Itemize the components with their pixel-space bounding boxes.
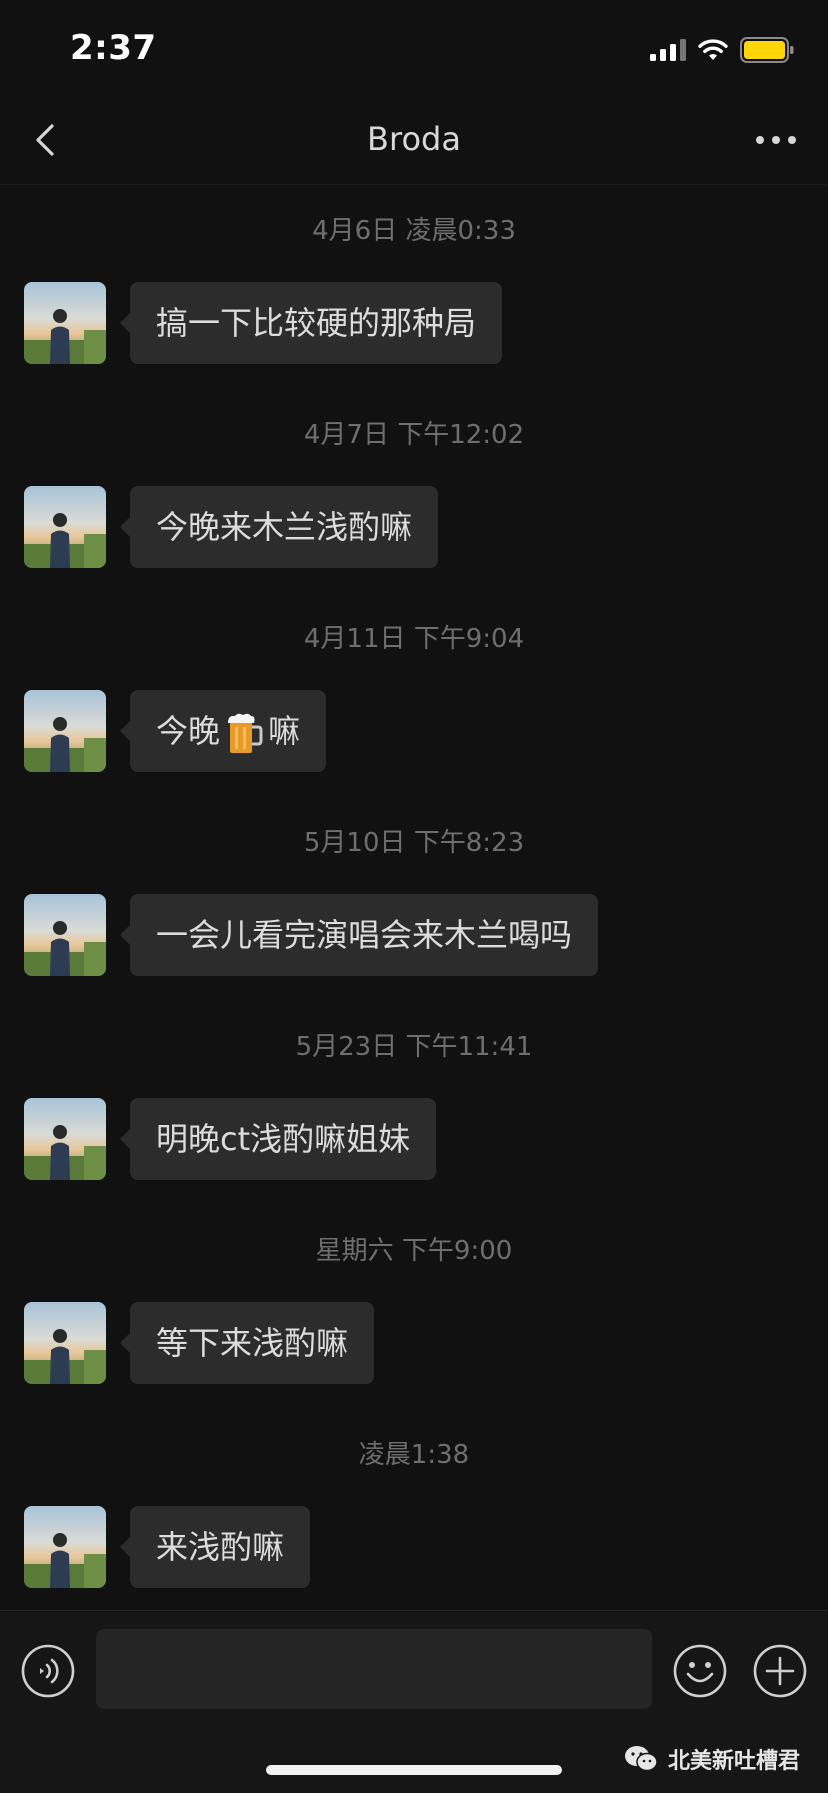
input-bar: 北美新吐槽君 bbox=[0, 1610, 828, 1793]
message-bubble[interactable]: 明晚ct浅酌嘛姐妹 bbox=[119, 1098, 437, 1180]
avatar[interactable] bbox=[24, 894, 106, 976]
voice-icon[interactable] bbox=[20, 1643, 76, 1699]
avatar[interactable] bbox=[24, 1098, 106, 1180]
more-dots-icon[interactable] bbox=[754, 122, 798, 158]
message-bubble[interactable]: 今晚来木兰浅酌嘛 bbox=[119, 486, 439, 568]
chat-title: Broda bbox=[367, 120, 461, 158]
status-bar: 2:37 bbox=[0, 0, 828, 100]
message-group: 凌晨1:38 来浅酌嘛 bbox=[0, 1408, 828, 1612]
message-timestamp: 星期六 下午9:00 bbox=[315, 1236, 513, 1266]
message-bubble[interactable]: 来浅酌嘛 bbox=[119, 1506, 311, 1588]
message-timestamp: 4月7日 下午12:02 bbox=[303, 420, 525, 450]
message-bubble[interactable]: 搞一下比较硬的那种局 bbox=[119, 282, 503, 364]
message-text: 今晚 bbox=[156, 712, 221, 750]
wifi-icon bbox=[698, 39, 728, 60]
avatar[interactable] bbox=[24, 486, 106, 568]
avatar[interactable] bbox=[24, 1302, 106, 1384]
message-input[interactable] bbox=[96, 1629, 652, 1709]
message-group: 5月10日 下午8:23 一会儿看完演唱会来木兰喝吗 bbox=[0, 796, 828, 1000]
message-group: 4月11日 下午9:04 今晚 嘛 bbox=[0, 592, 828, 796]
message-timestamp: 5月10日 下午8:23 bbox=[303, 828, 525, 858]
message-group: 5月23日 下午11:41 明晚ct浅酌嘛姐妹 bbox=[0, 1000, 828, 1204]
message-group: 4月6日 凌晨0:33 搞一下比较硬的那种局 bbox=[0, 184, 828, 388]
home-indicator[interactable] bbox=[266, 1765, 562, 1775]
watermark: 北美新吐槽君 bbox=[624, 1743, 800, 1775]
message-list[interactable]: 4月6日 凌晨0:33 搞一下比较硬的那种局 4月7日 下午12:02 今晚来木… bbox=[0, 184, 828, 1610]
avatar[interactable] bbox=[24, 1506, 106, 1588]
chat-header: Broda bbox=[0, 100, 828, 185]
battery-icon bbox=[740, 37, 794, 63]
message-timestamp: 凌晨1:38 bbox=[358, 1440, 470, 1470]
message-text: 嘛 bbox=[268, 712, 301, 750]
message-timestamp: 5月23日 下午11:41 bbox=[295, 1032, 533, 1062]
message-timestamp: 4月6日 凌晨0:33 bbox=[312, 216, 516, 246]
message-group: 星期六 下午9:00 等下来浅酌嘛 bbox=[0, 1204, 828, 1408]
message-bubble[interactable]: 一会儿看完演唱会来木兰喝吗 bbox=[119, 894, 599, 976]
message-bubble[interactable]: 等下来浅酌嘛 bbox=[119, 1302, 375, 1384]
avatar[interactable] bbox=[24, 690, 106, 772]
emoji-icon[interactable] bbox=[672, 1643, 728, 1699]
beer-mug-icon bbox=[228, 713, 263, 753]
status-time: 2:37 bbox=[70, 28, 157, 68]
message-group: 4月7日 下午12:02 今晚来木兰浅酌嘛 bbox=[0, 388, 828, 592]
plus-icon[interactable] bbox=[752, 1643, 808, 1699]
message-bubble[interactable]: 今晚 嘛 bbox=[119, 690, 327, 772]
signal-icon bbox=[650, 39, 686, 61]
watermark-text: 北美新吐槽君 bbox=[667, 1749, 800, 1774]
status-icons bbox=[650, 36, 794, 64]
wechat-logo-icon bbox=[624, 1746, 658, 1772]
message-timestamp: 4月11日 下午9:04 bbox=[303, 624, 525, 654]
avatar[interactable] bbox=[24, 282, 106, 364]
